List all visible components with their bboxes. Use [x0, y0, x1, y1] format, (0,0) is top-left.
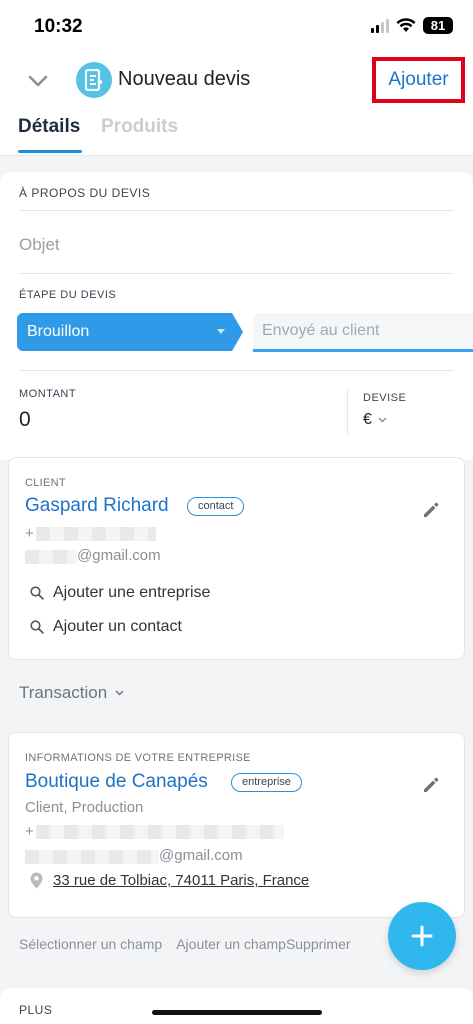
company-email-suffix: @gmail.com [159, 847, 243, 864]
contact-tag: contact [187, 497, 245, 516]
redacted-email [25, 850, 159, 864]
add-button[interactable]: Ajouter [372, 57, 465, 103]
divider [347, 390, 348, 434]
stage-sent-label: Envoyé au client [262, 322, 380, 339]
stage-label: ÉTAPE DU DEVIS [19, 289, 117, 301]
divider [19, 273, 454, 274]
search-icon [30, 620, 44, 634]
signal-icon [371, 18, 389, 33]
currency-select[interactable]: € [363, 411, 387, 429]
edit-icon[interactable] [421, 775, 441, 795]
quote-app-icon [76, 62, 112, 98]
company-roles: Client, Production [25, 799, 144, 816]
stage-draft-button[interactable]: Brouillon [17, 313, 243, 351]
header: Nouveau devis Ajouter Détails Produits [0, 52, 473, 156]
search-icon [30, 586, 44, 600]
add-fab-button[interactable] [388, 902, 456, 970]
divider [19, 210, 454, 211]
chevron-down-icon [28, 75, 48, 87]
wifi-icon [396, 18, 416, 32]
redacted-phone [36, 527, 156, 541]
more-card [0, 988, 473, 1024]
client-email-suffix: @gmail.com [77, 547, 161, 564]
currency-value: € [363, 411, 372, 428]
home-indicator [152, 1010, 322, 1015]
more-section-title: PLUS [19, 1003, 53, 1017]
subject-input[interactable]: Objet [19, 235, 60, 255]
add-company-label: Ajouter une entreprise [53, 584, 211, 601]
battery-icon: 81 [423, 17, 453, 34]
document-icon [84, 69, 102, 91]
redacted-email [25, 550, 77, 564]
company-address-link[interactable]: 33 rue de Tolbiac, 74011 Paris, France [53, 872, 309, 889]
client-name-link[interactable]: Gaspard Richard [25, 495, 169, 517]
add-field-link[interactable]: Ajouter un champ [176, 936, 286, 952]
amount-input[interactable]: 0 [19, 408, 31, 432]
divider [19, 370, 454, 371]
redacted-phone [36, 825, 284, 839]
stage-sent-button[interactable]: Envoyé au client [253, 313, 473, 352]
add-company-button[interactable]: Ajouter une entreprise [30, 584, 210, 602]
page-title: Nouveau devis [118, 68, 251, 90]
plus-icon [411, 925, 433, 947]
active-tab-indicator [18, 150, 82, 153]
amount-label: MONTANT [19, 388, 77, 400]
client-phone-prefix: + [25, 525, 34, 542]
about-section-title: À PROPOS DU DEVIS [19, 186, 151, 200]
delete-field-link[interactable]: Supprimer [286, 936, 351, 952]
field-actions: Sélectionner un champ Ajouter un champSup… [19, 936, 365, 952]
status-bar: 10:32 81 [0, 0, 473, 52]
collapse-button[interactable] [24, 70, 52, 92]
caret-down-icon [217, 329, 225, 334]
add-contact-button[interactable]: Ajouter un contact [30, 618, 182, 636]
add-contact-label: Ajouter un contact [53, 618, 182, 635]
transaction-toggle[interactable]: Transaction [19, 683, 124, 703]
company-name-link[interactable]: Boutique de Canapés [25, 771, 208, 793]
status-icons: 81 [371, 17, 453, 34]
select-field-link[interactable]: Sélectionner un champ [19, 936, 162, 952]
currency-label: DEVISE [363, 392, 407, 404]
chevron-down-icon [115, 690, 124, 696]
edit-icon[interactable] [421, 500, 441, 520]
status-time: 10:32 [34, 16, 83, 37]
client-label: CLIENT [25, 477, 66, 489]
company-phone-prefix: + [25, 823, 34, 840]
chevron-down-icon [378, 417, 387, 423]
company-info-label: INFORMATIONS DE VOTRE ENTREPRISE [25, 752, 251, 764]
tab-details[interactable]: Détails [18, 116, 80, 138]
company-tag: entreprise [231, 773, 302, 792]
stage-draft-label: Brouillon [27, 323, 90, 340]
transaction-label: Transaction [19, 683, 108, 702]
tab-products[interactable]: Produits [101, 116, 178, 138]
location-pin-icon [30, 872, 43, 889]
